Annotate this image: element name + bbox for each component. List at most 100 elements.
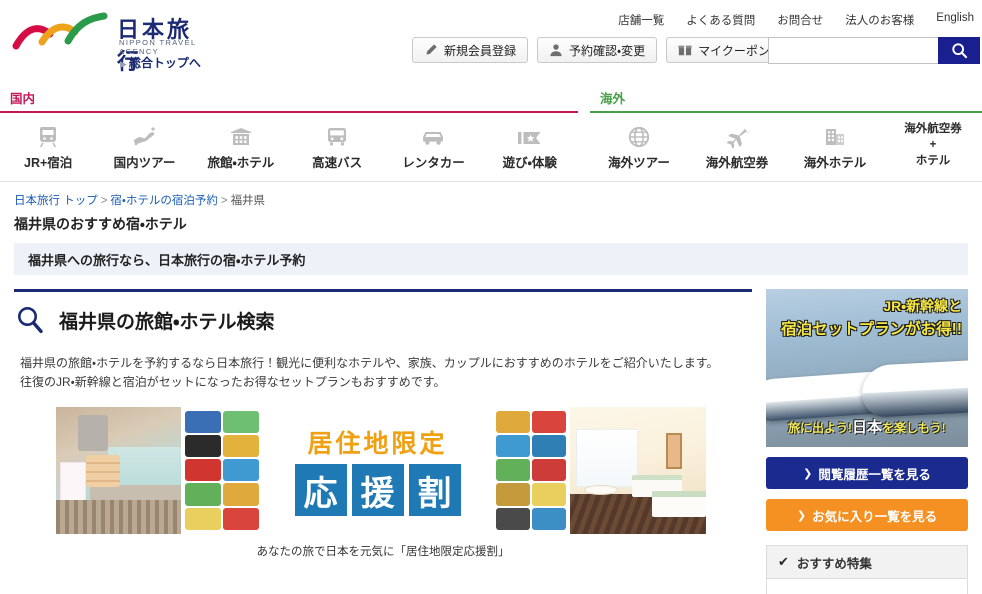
page-layout: 福井県の旅館・ホテル検索 福井県の旅館・ホテルを予約するなら日本旅行！観光に便利… [0,275,982,594]
category-item-domestic-tour-label: 国内ツアー [113,156,176,170]
shinkansen-banner-tagline: 旅に出よう!日本を楽しもう! [788,416,946,437]
page-title: 福井県のおすすめ宿・ホテル [14,216,187,232]
utility-link-stores[interactable]: 店舗一覧 [618,12,664,28]
category-item-overseas-flight[interactable]: 海外航空券 [688,123,786,170]
campaign-main-title: 応 援 割 [294,464,461,517]
magnifier-icon [18,307,43,334]
japanese-culture-icons-right [492,406,570,534]
campaign-banner-caption: あなたの旅で日本を元気に「居住地限定応援割」 [256,545,510,558]
category-item-activity-label: 遊び・体験 [502,156,557,170]
triangle-right-icon: ▶ [120,59,127,69]
register-button[interactable]: 新規会員登録 [412,37,529,63]
logo-top-link-label: 総合トップへ [128,56,201,70]
hotel-twin-room-photo [570,406,706,534]
category-item-express-bus-label: 高速バス [312,156,363,170]
campaign-char-1: 応 [294,464,347,517]
car-icon [420,123,446,149]
campaign-char-3: 割 [408,464,461,517]
view-favorites-button[interactable]: ❯ お気に入り一覧を見る [766,499,968,531]
category-item-overseas-tour[interactable]: 海外ツアー [590,123,688,170]
main-column: 福井県の旅館・ホテル検索 福井県の旅館・ホテルを予約するなら日本旅行！観光に便利… [14,289,752,594]
category-item-overseas-flight-hotel-line1: 海外航空券 [904,123,962,135]
office-building-icon [823,123,847,149]
category-group-domestic-label: 国内 [10,92,36,106]
category-item-overseas-flight-hotel-line3: ホテル [915,154,951,167]
category-item-domestic-tour[interactable]: 国内ツアー [96,123,192,170]
campaign-subtitle: 居住地限定 [307,430,448,459]
globe-icon [627,123,651,149]
train-icon [36,123,60,149]
intro-text-line2: 往復のJR・新幹線と宿泊がセットになったお得なセットプランもおすすめです。 [20,375,446,390]
my-coupon-button[interactable]: マイクーポン [666,37,782,63]
breadcrumb-item-top[interactable]: 日本旅行 トップ [14,195,98,207]
check-icon: ✔ [778,554,789,569]
coupon-icon [678,45,692,56]
site-header: 日本旅行 NIPPON TRAVEL AGENCY ▶ 総合トップへ 店舗一覧 よ… [0,0,982,82]
category-group-overseas: 海外 海外ツアー 海外航空券 海外ホテル 海外航空券 + ホテル [590,82,982,170]
category-item-overseas-flight-hotel-line2: + [929,138,937,151]
category-item-rental-car-label: レンタカー [402,156,465,170]
tagline-part-1: 旅 [788,421,801,435]
airplane-icon [724,123,750,149]
search-input[interactable] [768,37,938,64]
shinkansen-promo-banner[interactable]: JR・新幹線と 宿泊セットプランがお得!! 旅に出よう!日本を楽しもう! [766,289,968,447]
pencil-icon [426,44,437,55]
breadcrumb-separator-2: > [220,195,228,207]
breadcrumb: 日本旅行 トップ > 宿・ホテルの宿泊予約 > 福井県 [0,182,982,208]
view-history-button[interactable]: ❯ 閲覧履歴一覧を見る [766,457,968,489]
logo-swoosh-icon [12,12,108,50]
breadcrumb-item-hotel-booking[interactable]: 宿・ホテルの宿泊予約 [110,195,217,207]
category-item-ryokan-hotel-label: 旅館・ホテル [207,156,275,170]
search-section-header: 福井県の旅館・ホテル検索 [14,289,752,336]
category-item-overseas-flight-label: 海外航空券 [705,156,769,170]
shinkansen-banner-line2: 宿泊セットプランがお得!! [781,321,962,338]
category-item-ryokan-hotel[interactable]: 旅館・ホテル [193,123,289,170]
utility-link-contact[interactable]: お問合せ [777,12,823,28]
utility-link-corporate[interactable]: 法人のお客様 [845,12,914,28]
category-item-overseas-hotel-label: 海外ホテル [803,156,867,170]
category-group-overseas-label: 海外 [600,92,626,106]
category-item-overseas-hotel[interactable]: 海外ホテル [786,123,884,170]
promo-bar: 福井県への旅行なら、日本旅行の宿・ホテル予約 [14,243,968,275]
sidebar: JR・新幹線と 宿泊セットプランがお得!! 旅に出よう!日本を楽しもう! ❯ 閲… [766,289,968,594]
tagline-part-3: 日本 [852,419,883,436]
recommended-features-header[interactable]: ✔ おすすめ特集 [767,546,967,578]
recommended-features-title: おすすめ特集 [796,556,872,571]
shinkansen-banner-text: JR・新幹線と 宿泊セットプランがお得!! [766,289,968,345]
logo-top-link[interactable]: ▶ 総合トップへ [120,54,201,71]
category-item-overseas-tour-label: 海外ツアー [608,156,670,170]
view-favorites-button-label: お気に入り一覧を見る [812,509,938,524]
hotel-building-icon [229,123,253,149]
recommended-features-body [767,578,967,594]
japanese-culture-icons-left [181,406,263,534]
reservation-check-button[interactable]: 予約確認・変更 [537,37,658,63]
campaign-banner[interactable]: 居住地限定 応 援 割 [56,406,706,534]
view-history-button-label: 閲覧履歴一覧を見る [818,467,931,482]
person-icon [550,44,562,57]
category-navigation: 国内 JR+宿泊 国内ツアー 旅館・ホテル 高速バス レンタカー 遊び・体験 海… [0,82,982,182]
search-icon [951,43,967,59]
breadcrumb-item-current: 福井県 [230,195,266,207]
my-coupon-button-label: マイクーポン [698,43,770,58]
chevron-right-icon: ❯ [796,509,807,522]
bus-icon [325,123,349,149]
intro-text-line1: 福井県の旅館・ホテルを予約するなら日本旅行！観光に便利なホテルや、家族、カップル… [20,356,719,370]
tagline-part-4: を楽しもう! [882,421,946,435]
search-submit-button[interactable] [938,37,980,64]
utility-link-english[interactable]: English [936,12,974,28]
category-item-rental-car[interactable]: レンタカー [385,123,481,170]
category-item-overseas-flight-hotel[interactable]: 海外航空券 + ホテル [884,123,982,170]
japan-map-icon [131,123,157,149]
category-item-activity[interactable]: 遊び・体験 [482,123,578,170]
category-item-jr-stay[interactable]: JR+宿泊 [0,123,96,170]
register-button-label: 新規会員登録 [444,43,517,58]
search-section-title: 福井県の旅館・ホテル検索 [59,311,275,333]
chevron-right-icon: ❯ [803,467,813,480]
onsen-bath-photo [56,406,181,534]
recommended-features-panel: ✔ おすすめ特集 [766,545,968,594]
category-item-express-bus[interactable]: 高速バス [289,123,385,170]
shinkansen-banner-line1: JR・新幹線と [883,298,962,314]
campaign-char-2: 援 [351,464,404,517]
header-action-buttons: 新規会員登録 予約確認・変更 マイクーポン [412,37,782,63]
utility-link-faq[interactable]: よくある質問 [686,12,755,28]
